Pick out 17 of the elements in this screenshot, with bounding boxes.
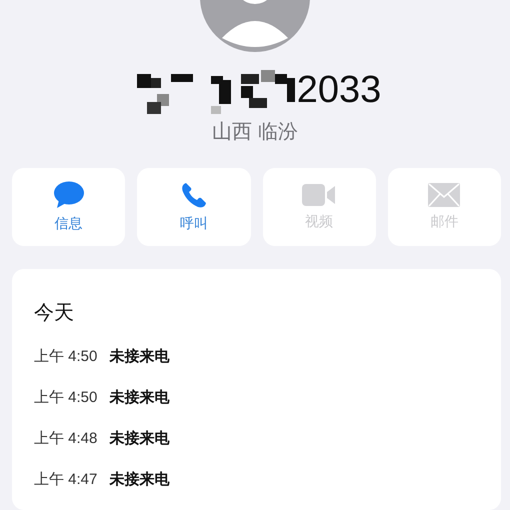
call-time: 上午 4:50: [34, 388, 98, 407]
phone-number: 2033: [296, 68, 382, 112]
phone-icon: [180, 181, 208, 209]
chat-bubble-icon: [52, 181, 85, 209]
action-button[interactable]: 呼叫: [137, 168, 250, 246]
call-type: 未接来电: [109, 470, 170, 489]
call-type: 未接来电: [109, 347, 170, 366]
video-camera-icon: [302, 183, 336, 207]
location-label: 山西 临汾: [211, 120, 299, 145]
call-type: 未接来电: [109, 388, 170, 407]
call-type: 未接来电: [109, 429, 170, 448]
call-time: 上午 4:50: [34, 347, 98, 366]
date-heading: 今天: [34, 301, 75, 326]
action-button[interactable]: 信息: [12, 168, 126, 246]
call-time: 上午 4:47: [34, 470, 98, 489]
envelope-icon: [428, 183, 460, 207]
call-time: 上午 4:48: [34, 429, 98, 448]
